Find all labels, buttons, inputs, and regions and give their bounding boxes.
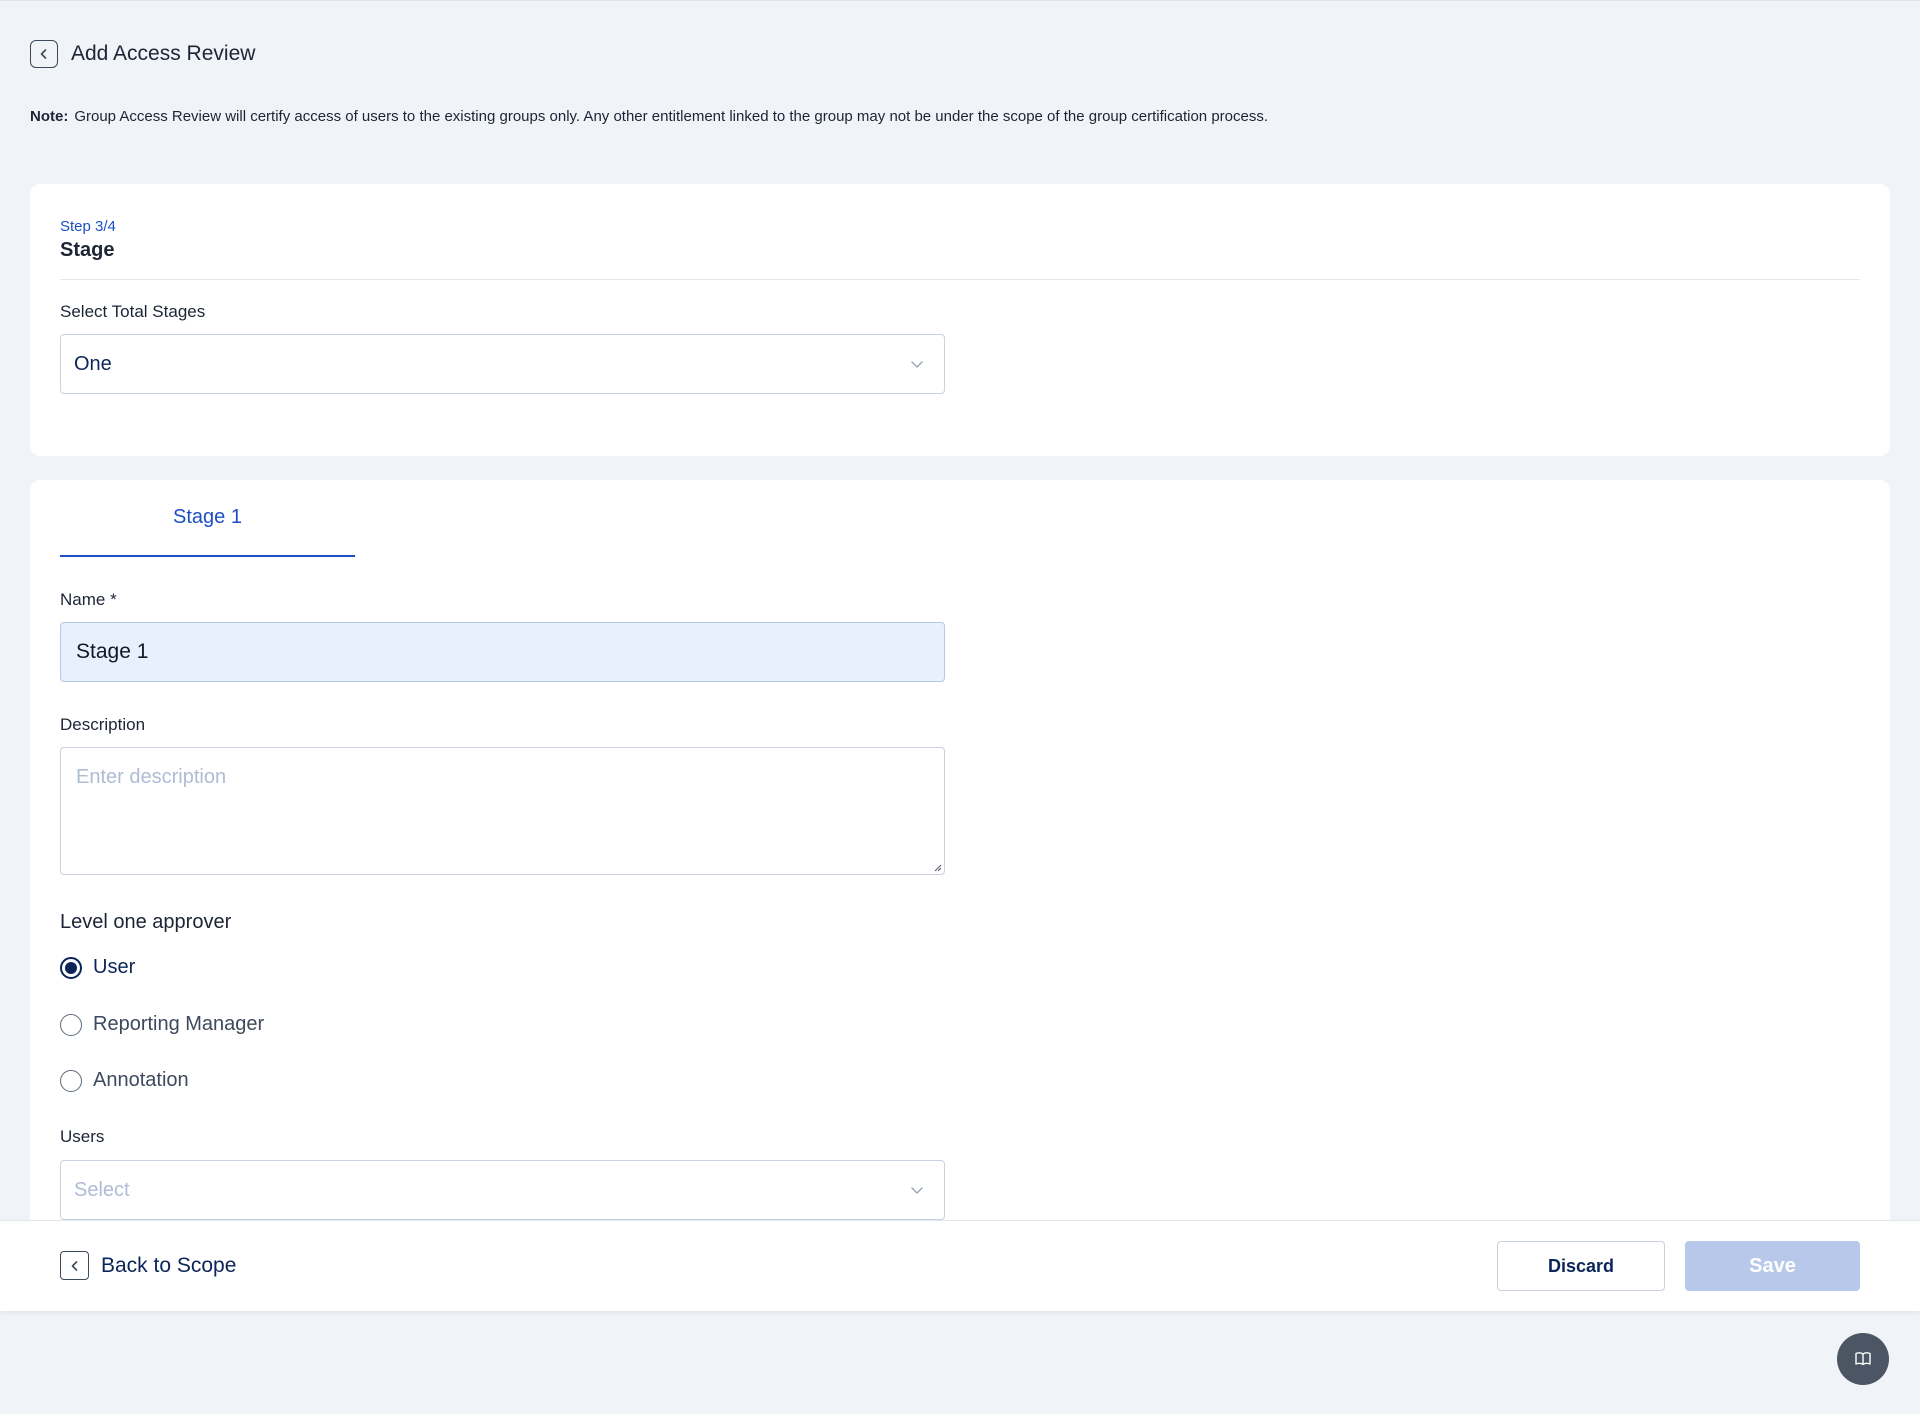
step-title: Stage bbox=[60, 239, 115, 261]
back-scope-icon-box bbox=[60, 1251, 89, 1280]
approver-option-label: User bbox=[93, 956, 136, 978]
approver-option-label: Reporting Manager bbox=[93, 1013, 265, 1035]
chevron-left-icon bbox=[71, 1260, 77, 1271]
stage-detail-card: Stage 1 Name * Stage 1 Description Enter… bbox=[30, 480, 1890, 1220]
page-title: Add Access Review bbox=[71, 42, 256, 65]
approver-option-annotation[interactable]: Annotation bbox=[60, 1069, 189, 1092]
total-stages-label: Select Total Stages bbox=[60, 302, 206, 321]
total-stages-value: One bbox=[74, 352, 112, 375]
chevron-left-icon bbox=[40, 49, 47, 59]
radio-button[interactable] bbox=[60, 1013, 82, 1036]
back-to-scope-label: Back to Scope bbox=[101, 1253, 237, 1277]
back-button[interactable] bbox=[30, 40, 58, 68]
radio-button[interactable] bbox=[60, 956, 82, 979]
users-placeholder: Select bbox=[74, 1178, 130, 1201]
name-label: Name * bbox=[60, 590, 117, 609]
back-to-scope-button[interactable]: Back to Scope bbox=[60, 1251, 236, 1280]
help-button[interactable] bbox=[1837, 1333, 1889, 1385]
note-text: Group Access Review will certify access … bbox=[74, 108, 1269, 125]
description-textarea[interactable]: Enter description bbox=[60, 747, 945, 875]
chevron-down-icon bbox=[911, 361, 923, 368]
users-label: Users bbox=[60, 1127, 105, 1146]
note-prefix: Note: bbox=[30, 108, 69, 125]
total-stages-select[interactable]: One bbox=[60, 334, 945, 394]
discard-button[interactable]: Discard bbox=[1497, 1241, 1665, 1291]
step-indicator: Step 3/4 bbox=[60, 218, 116, 235]
chevron-down-icon bbox=[911, 1187, 923, 1194]
approver-option-reporting-manager[interactable]: Reporting Manager bbox=[60, 1013, 264, 1036]
description-placeholder: Enter description bbox=[76, 766, 227, 788]
stage-settings-card: Step 3/4 Stage Select Total Stages One bbox=[30, 184, 1890, 456]
card-divider bbox=[60, 279, 1860, 280]
radio-dot bbox=[65, 961, 77, 974]
tab-stage-1[interactable]: Stage 1 bbox=[60, 480, 355, 557]
description-label: Description bbox=[60, 715, 146, 734]
radio-button[interactable] bbox=[60, 1069, 82, 1092]
approver-option-label: Annotation bbox=[93, 1069, 189, 1091]
resize-grip-icon[interactable] bbox=[932, 862, 942, 872]
top-divider bbox=[0, 0, 1920, 1]
users-select[interactable]: Select bbox=[60, 1160, 945, 1220]
approver-option-user[interactable]: User bbox=[60, 956, 135, 979]
save-button[interactable]: Save bbox=[1685, 1241, 1860, 1291]
approver-section-title: Level one approver bbox=[60, 911, 232, 933]
stage-name-input[interactable]: Stage 1 bbox=[60, 622, 945, 682]
action-footer: Back to Scope Discard Save bbox=[0, 1220, 1920, 1311]
book-icon bbox=[1855, 1352, 1871, 1366]
scope-note: Note: Group Access Review will certify ac… bbox=[30, 108, 1268, 125]
page-header: Add Access Review bbox=[30, 40, 255, 68]
